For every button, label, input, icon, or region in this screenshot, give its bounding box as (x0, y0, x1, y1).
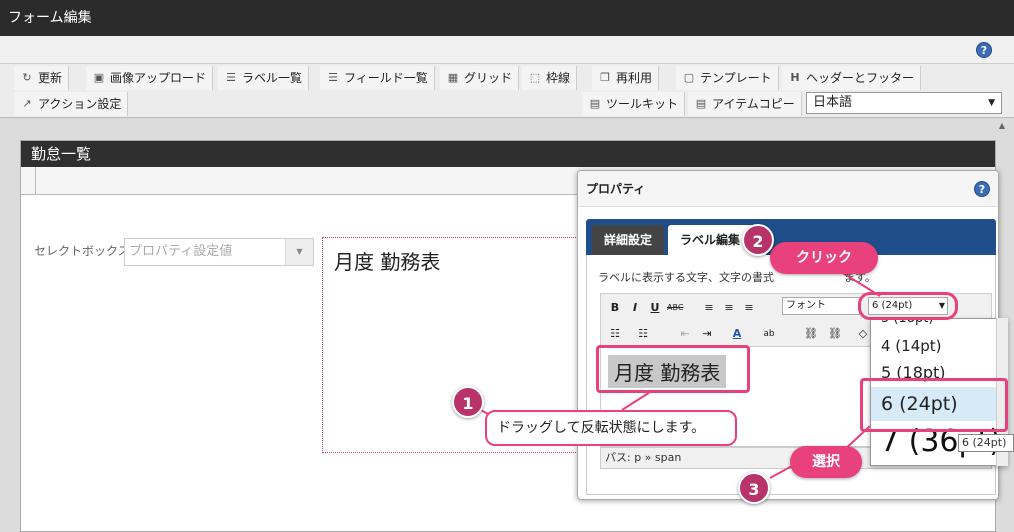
grid-button[interactable]: ▦ グリッド (440, 66, 520, 90)
step1-callout: ドラッグして反転状態にします。 (485, 410, 737, 446)
eraser-icon[interactable]: ◇ (855, 326, 871, 342)
header-icon: H (790, 71, 800, 84)
align-right-icon[interactable]: ≡ (741, 300, 757, 316)
document-icon: ❐ (600, 71, 610, 84)
select-arrow-icon: ▼ (285, 239, 313, 265)
image-icon: ▣ (93, 71, 105, 84)
option-tooltip: 6 (24pt) (958, 434, 1014, 452)
label-list-button[interactable]: ☰ ラベル一覧 (218, 66, 310, 90)
step3-highlight (860, 378, 1008, 432)
link-icon[interactable]: ⛓ (803, 326, 819, 342)
select-box-label: セレクトボックス (34, 244, 130, 258)
action-settings-button[interactable]: ↗ アクション設定 (14, 92, 129, 116)
field-icon: ☰ (328, 71, 338, 84)
window-title: フォーム編集 (8, 10, 92, 26)
bold-icon[interactable]: B (607, 300, 623, 316)
step3-badge: 3 (738, 472, 770, 504)
step2-badge: 2 (742, 224, 774, 256)
copy-icon: ▤ (695, 97, 707, 110)
align-center-icon[interactable]: ≡ (721, 300, 737, 316)
action-icon: ↗ (22, 97, 32, 110)
bullet-list-icon[interactable]: ☷ (607, 326, 623, 342)
highlight-color-icon[interactable]: ab (761, 326, 777, 342)
unlink-icon[interactable]: ⛓ (827, 326, 843, 342)
field-list-button[interactable]: ☰ フィールド一覧 (320, 66, 435, 90)
step2-highlight (858, 292, 958, 320)
help-icon[interactable]: ? (976, 42, 992, 58)
border-icon: ⬚ (529, 71, 541, 84)
help-bar: ? (0, 36, 1014, 64)
numbered-list-icon[interactable]: ☷ (635, 326, 651, 342)
reuse-button[interactable]: ❐ 再利用 (592, 66, 660, 90)
image-upload-button[interactable]: ▣ 画像アップロード (86, 66, 214, 90)
step1-highlight (596, 345, 750, 393)
step1-badge: 1 (452, 386, 484, 418)
text-color-icon[interactable]: A (729, 326, 745, 342)
italic-icon[interactable]: I (627, 300, 643, 316)
dropdown-option[interactable]: 4 (14pt) (881, 337, 942, 355)
label-item-text: 月度 勤務表 (334, 250, 441, 274)
scroll-up-icon[interactable]: ▲ (996, 121, 1008, 133)
form-title: 勤怠一覧 (21, 141, 995, 167)
property-help-icon[interactable]: ? (974, 181, 990, 197)
grid-icon: ▦ (447, 71, 459, 84)
template-button[interactable]: ▢ テンプレート (676, 66, 779, 90)
toolbox-icon: ▤ (589, 97, 601, 110)
update-icon: ↻ (22, 71, 32, 84)
border-button[interactable]: ⬚ 枠線 (522, 66, 578, 90)
property-panel-header: プロパティ ? (578, 171, 998, 207)
header-footer-button[interactable]: H ヘッダーとフッター (782, 66, 922, 90)
indent-icon[interactable]: ⇥ (699, 326, 715, 342)
window-title-bar: フォーム編集 (0, 0, 1014, 36)
step3-callout: 選択 (790, 446, 862, 478)
step2-callout: クリック (770, 242, 878, 274)
update-button[interactable]: ↻ 更新 (14, 66, 70, 90)
select-box-field[interactable]: プロパティ設定値 ▼ (124, 238, 314, 266)
template-icon: ▢ (683, 71, 695, 84)
dropdown-arrow-icon: ▼ (988, 98, 995, 108)
property-panel-title: プロパティ (586, 182, 646, 196)
list-icon: ☰ (226, 71, 236, 84)
outdent-icon[interactable]: ⇤ (677, 326, 693, 342)
toolkit-button[interactable]: ▤ ツールキット (582, 92, 686, 116)
tab-detail-settings[interactable]: 詳細設定 (592, 225, 665, 255)
strikethrough-icon[interactable]: ABC (667, 300, 683, 316)
align-left-icon[interactable]: ≡ (701, 300, 717, 316)
underline-icon[interactable]: U (647, 300, 663, 316)
item-copy-button[interactable]: ▤ アイテムコピー (688, 92, 802, 116)
language-select[interactable]: 日本語 ▼ (806, 92, 1002, 114)
font-select[interactable]: フォント (782, 297, 860, 315)
